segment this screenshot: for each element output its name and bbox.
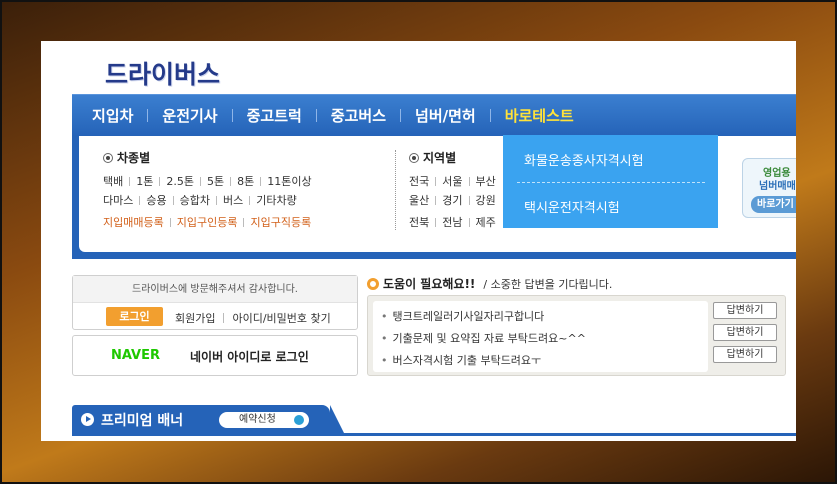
help-title: 도움이 필요해요!! — [383, 277, 476, 291]
region-link[interactable]: 강원 — [470, 192, 502, 208]
vehicle-type-title-text: 차종별 — [117, 151, 151, 165]
bullet-icon — [103, 152, 113, 163]
region-link[interactable]: 전국 — [409, 173, 435, 189]
reply-button[interactable]: 답변하기 — [713, 346, 777, 363]
baro-test-dropdown: 화물운송종사자격시험 택시운전자격시험 — [503, 135, 718, 228]
vehicle-link[interactable]: 승합차 — [174, 192, 216, 208]
jiip-hiring-register-link[interactable]: 지입구인등록 — [171, 214, 244, 230]
number-trade-ad[interactable]: 영업용 넘버매매 바로가기 — [742, 158, 796, 218]
region-link[interactable]: 부산 — [470, 173, 502, 189]
vehicle-link[interactable]: 8톤 — [231, 173, 260, 189]
nav-item-used-truck[interactable]: 중고트럭 — [233, 105, 316, 126]
naver-login-button[interactable]: NAVER 네이버 아이디로 로그인 — [72, 335, 358, 376]
vehicle-link[interactable]: 버스 — [217, 192, 249, 208]
reply-button[interactable]: 답변하기 — [713, 324, 777, 341]
vehicle-type-row-1: 택배 1톤 2.5톤 5톤 8톤 11톤이상 — [103, 173, 318, 189]
jiip-sale-register-link[interactable]: 지입매매등록 — [103, 214, 170, 230]
web-page: 드라이버스 지입차 운전기사 중고트럭 중고버스 넘버/면허 바로테스트 차종별… — [41, 41, 796, 441]
find-account-link[interactable]: 아이디/비밀번호 찾기 — [232, 310, 330, 326]
help-board: 탱크트레일러기사일자리구합니다 기출문제 및 요약집 자료 부탁드려요~^^ 버… — [367, 295, 786, 376]
vehicle-link[interactable]: 택배 — [103, 173, 129, 189]
main-nav: 지입차 운전기사 중고트럭 중고버스 넘버/면허 바로테스트 — [72, 94, 796, 136]
login-button[interactable]: 로그인 — [106, 307, 163, 326]
premium-banner-tab: 프리미엄 배너 예약신청 — [72, 405, 344, 433]
premium-banner-label: 프리미엄 배너 — [101, 413, 184, 429]
naver-login-text: 네이버 아이디로 로그인 — [190, 350, 309, 364]
region-row-3: 전북 전남 제주 — [409, 214, 502, 230]
divider — [223, 313, 225, 323]
play-circle-icon — [81, 413, 94, 426]
nav-item-used-bus[interactable]: 중고버스 — [317, 105, 400, 126]
vehicle-link[interactable]: 5톤 — [201, 173, 230, 189]
ring-icon — [367, 277, 379, 290]
region-row-2: 울산 경기 강원 — [409, 192, 502, 208]
site-logo[interactable]: 드라이버스 — [105, 55, 220, 91]
login-greeting: 드라이버스에 방문해주셔서 감사합니다. — [73, 276, 357, 303]
reserve-button[interactable]: 예약신청 — [219, 412, 309, 428]
help-question[interactable]: 버스자격시험 기출 부탁드려요ㅜ — [381, 352, 542, 368]
region-link[interactable]: 전북 — [409, 214, 435, 230]
vehicle-link[interactable]: 1톤 — [130, 173, 159, 189]
region-link[interactable]: 제주 — [470, 214, 502, 230]
region-link[interactable]: 울산 — [409, 192, 435, 208]
help-question[interactable]: 탱크트레일러기사일자리구합니다 — [381, 308, 545, 324]
vehicle-link[interactable]: 11톤이상 — [261, 173, 317, 189]
region-link[interactable]: 경기 — [436, 192, 468, 208]
vehicle-link[interactable]: 다마스 — [103, 192, 139, 208]
bullet-icon — [409, 152, 419, 163]
dropdown-item-taxi-exam[interactable]: 택시운전자격시험 — [524, 197, 620, 216]
vehicle-type-title: 차종별 — [103, 149, 150, 166]
ad-go-button[interactable]: 바로가기 — [751, 196, 796, 213]
nav-item-jiipcha[interactable]: 지입차 — [78, 105, 147, 126]
arrow-circle-icon — [294, 415, 304, 425]
vehicle-type-row-2: 다마스 승용 승합차 버스 기타차량 — [103, 192, 303, 208]
region-title: 지역별 — [409, 149, 456, 166]
dropdown-item-cargo-exam[interactable]: 화물운송종사자격시험 — [524, 150, 644, 169]
nav-item-driver[interactable]: 운전기사 — [148, 105, 231, 126]
registration-links: 지입매매등록 지입구인등록 지입구직등록 — [103, 214, 317, 230]
help-question[interactable]: 기출문제 및 요약집 자료 부탁드려요~^^ — [381, 330, 586, 346]
ad-line-2: 넘버매매 — [759, 181, 796, 192]
vehicle-link[interactable]: 2.5톤 — [160, 173, 200, 189]
login-box: 드라이버스에 방문해주셔서 감사합니다. 로그인 회원가입 아이디/비밀번호 찾… — [72, 275, 358, 330]
login-links: 회원가입 아이디/비밀번호 찾기 — [175, 310, 331, 326]
nav-item-number-license[interactable]: 넘버/면허 — [401, 105, 490, 126]
dropdown-divider — [517, 182, 705, 183]
region-link[interactable]: 서울 — [436, 173, 468, 189]
vehicle-link[interactable]: 기타차량 — [250, 192, 302, 208]
signup-link[interactable]: 회원가입 — [175, 310, 215, 326]
help-list: 탱크트레일러기사일자리구합니다 기출문제 및 요약집 자료 부탁드려요~^^ 버… — [373, 301, 708, 372]
region-title-text: 지역별 — [423, 151, 457, 165]
region-link[interactable]: 전남 — [436, 214, 468, 230]
naver-logo: NAVER — [111, 348, 161, 363]
reserve-button-label: 예약신청 — [239, 414, 276, 425]
region-row-1: 전국 서울 부산 — [409, 173, 502, 189]
help-header: 도움이 필요해요!! / 소중한 답변을 기다립니다. — [367, 275, 612, 292]
nav-item-baro-test[interactable]: 바로테스트 — [491, 105, 588, 126]
vehicle-link[interactable]: 승용 — [140, 192, 172, 208]
help-subtitle: / 소중한 답변을 기다립니다. — [483, 277, 613, 291]
column-divider — [395, 150, 396, 230]
reply-button[interactable]: 답변하기 — [713, 302, 777, 319]
jiip-job-seek-register-link[interactable]: 지입구직등록 — [244, 214, 317, 230]
premium-underline — [72, 433, 796, 436]
